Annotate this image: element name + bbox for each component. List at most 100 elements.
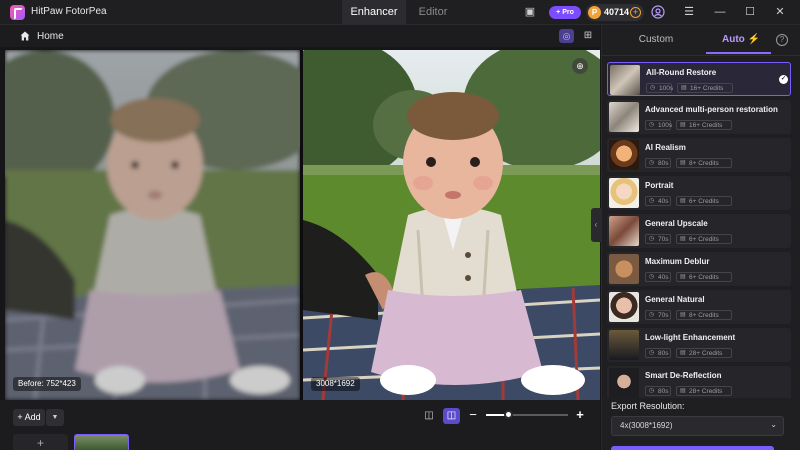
close-icon[interactable]: ✕ xyxy=(773,5,787,19)
single-view-icon[interactable]: ◫ xyxy=(422,409,436,423)
chevron-down-icon: ⌄ xyxy=(770,420,777,429)
credit-icon: ▤ xyxy=(680,312,686,318)
credit-cost-value: 28+ Credits xyxy=(689,388,723,395)
credit-cost-value: 28+ Credits xyxy=(689,350,723,357)
credit-cost-value: 6+ Credits xyxy=(689,198,719,205)
zoom-in-icon[interactable]: ⊕ xyxy=(572,58,588,74)
model-name: General Natural xyxy=(645,295,705,304)
tab-auto-label: Auto xyxy=(721,34,745,45)
clock-icon: ◷ xyxy=(650,85,656,91)
processing-time: ◷ 100s xyxy=(646,83,674,93)
model-card[interactable]: General Upscale ◷ 70s ▤ 6+ Credits xyxy=(607,214,791,248)
processing-time-value: 80s xyxy=(658,160,669,167)
minimize-icon[interactable]: — xyxy=(713,5,727,19)
chat-icon[interactable]: ▣ xyxy=(523,5,537,19)
model-card[interactable]: Advanced multi-person restoration ◷ 100s ▤ 1… xyxy=(607,100,791,134)
maximize-icon[interactable]: ☐ xyxy=(743,5,757,19)
collapse-panel-icon[interactable]: ‹ xyxy=(591,208,601,242)
model-thumbnail xyxy=(609,140,639,170)
clock-icon: ◷ xyxy=(649,236,655,242)
credit-icon: ▤ xyxy=(681,85,687,91)
clock-icon: ◷ xyxy=(649,350,655,356)
clock-icon: ◷ xyxy=(649,198,655,204)
processing-time-value: 100s xyxy=(659,85,674,92)
credit-cost-value: 6+ Credits xyxy=(689,236,719,243)
processing-time-value: 80s xyxy=(658,350,669,357)
processing-time-value: 40s xyxy=(658,274,669,281)
clock-icon: ◷ xyxy=(649,122,655,128)
credits-counter[interactable]: P 40714 + xyxy=(586,4,644,21)
credit-cost: ▤ 28+ Credits xyxy=(676,348,732,358)
tab-editor[interactable]: Editor xyxy=(410,0,456,25)
processing-time: ◷ 100s xyxy=(645,120,672,130)
sub-header xyxy=(0,25,600,47)
zoom-slider[interactable] xyxy=(486,414,568,416)
tab-auto[interactable]: Auto ⚡ xyxy=(706,27,776,53)
credit-cost: ▤ 8+ Credits xyxy=(676,158,732,168)
credit-cost-value: 16+ Credits xyxy=(690,85,724,92)
credit-cost: ▤ 16+ Credits xyxy=(677,83,733,93)
model-card[interactable]: General Natural ◷ 70s ▤ 8+ Credits xyxy=(607,290,791,324)
zoom-plus-icon[interactable]: + xyxy=(574,408,586,422)
processing-time: ◷ 80s xyxy=(645,348,671,358)
model-card[interactable]: Portrait ◷ 40s ▤ 6+ Credits xyxy=(607,176,791,210)
tab-enhancer[interactable]: Enhancer xyxy=(342,0,406,25)
check-icon: ✓ xyxy=(779,75,788,84)
chevron-down-icon[interactable]: ▼ xyxy=(46,409,64,426)
after-image[interactable] xyxy=(303,50,600,400)
menu-icon[interactable]: ☰ xyxy=(682,5,696,19)
after-resolution-label: 3008*1692 xyxy=(311,377,360,391)
model-card[interactable]: AI Realism ◷ 80s ▤ 8+ Credits xyxy=(607,138,791,172)
panel-divider xyxy=(602,55,800,56)
split-view-icon[interactable]: ◫ xyxy=(443,408,460,424)
app-logo-icon xyxy=(10,5,25,20)
model-name: AI Realism xyxy=(645,143,686,152)
credit-cost-value: 16+ Credits xyxy=(689,122,723,129)
model-name: General Upscale xyxy=(645,219,708,228)
credit-icon: ▤ xyxy=(680,274,686,280)
processing-time: ◷ 70s xyxy=(645,310,671,320)
clock-icon: ◷ xyxy=(649,388,655,394)
add-image-thumbnail[interactable]: + xyxy=(13,434,68,450)
model-name: All-Round Restore xyxy=(646,68,717,77)
export-resolution-value: 4x(3008*1692) xyxy=(620,421,673,430)
credit-cost: ▤ 6+ Credits xyxy=(676,234,732,244)
add-credits-icon[interactable]: + xyxy=(630,7,641,18)
zoom-out-icon[interactable]: − xyxy=(467,408,479,422)
model-thumbnail xyxy=(609,254,639,284)
home-link[interactable]: Home xyxy=(37,31,64,42)
processing-time: ◷ 80s xyxy=(645,386,671,396)
tab-custom[interactable]: Custom xyxy=(606,27,706,53)
export-resolution-select[interactable]: 4x(3008*1692) ⌄ xyxy=(611,416,784,436)
crop-icon[interactable]: ⊞ xyxy=(581,29,595,43)
model-card[interactable]: Smart De-Reflection ◷ 80s ▤ 28+ Credits xyxy=(607,366,791,398)
zoom-slider-handle[interactable] xyxy=(503,410,513,419)
model-thumbnail xyxy=(609,330,639,360)
processing-time: ◷ 70s xyxy=(645,234,671,244)
model-card[interactable]: Maximum Deblur ◷ 40s ▤ 6+ Credits xyxy=(607,252,791,286)
credit-icon: ▤ xyxy=(680,236,686,242)
processing-time: ◷ 80s xyxy=(645,158,671,168)
user-icon[interactable] xyxy=(651,5,665,19)
export-button[interactable] xyxy=(611,446,774,450)
active-tab-indicator xyxy=(706,52,771,54)
model-thumbnail xyxy=(609,178,639,208)
credit-icon: ▤ xyxy=(680,388,686,394)
clock-icon: ◷ xyxy=(649,312,655,318)
model-name: Portrait xyxy=(645,181,674,190)
help-icon[interactable]: ? xyxy=(776,34,788,46)
add-button[interactable]: + Add xyxy=(13,409,45,426)
image-thumbnail[interactable] xyxy=(74,434,129,450)
app-title: HitPaw FotorPea xyxy=(31,6,107,17)
pro-badge[interactable]: + Pro xyxy=(549,6,581,19)
model-card[interactable]: Low-light Enhancement ◷ 80s ▤ 28+ Credits xyxy=(607,328,791,362)
coin-icon: P xyxy=(588,6,601,19)
home-icon[interactable] xyxy=(20,31,30,41)
processing-time-value: 80s xyxy=(658,388,669,395)
model-thumbnail xyxy=(610,65,640,95)
compare-icon[interactable]: ◎ xyxy=(559,29,574,43)
credits-value: 40714 xyxy=(604,7,630,17)
credit-cost: ▤ 16+ Credits xyxy=(676,120,732,130)
before-image[interactable] xyxy=(5,50,300,400)
model-card[interactable]: All-Round Restore ◷ 100s ▤ 16+ Credits ✓ xyxy=(607,62,791,96)
